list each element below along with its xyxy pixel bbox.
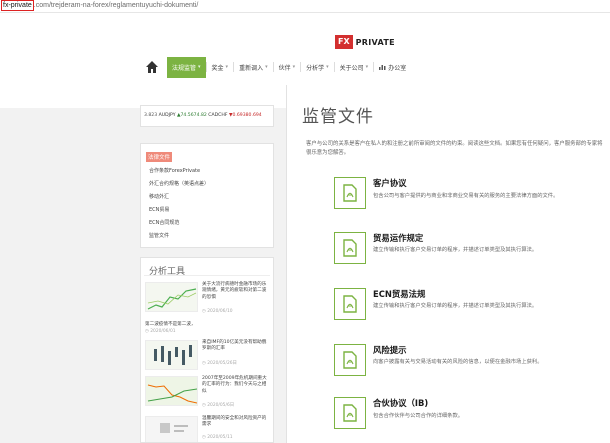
nav-item-partners[interactable]: 伙伴 ▾ (274, 57, 301, 78)
sidebar-item-mobile[interactable]: 移动外汇 (149, 191, 273, 204)
article-date: ◷ 2020/05/26日 (202, 361, 237, 366)
logo-name: PRIVATE (355, 37, 395, 47)
sidebar-item-ecn-trade[interactable]: ECN贸易 (149, 204, 273, 217)
chevron-down-icon: ▾ (265, 64, 268, 70)
ticker-pair: CADCHF (208, 113, 228, 118)
chevron-down-icon: ▾ (292, 64, 296, 70)
nav-label: 办公室 (388, 64, 407, 72)
document-thumbnail-icon (146, 417, 197, 442)
document-description: 包含合作伙伴与公司合作的详细条款。 (373, 413, 464, 419)
sidebar-item-contract-specs[interactable]: 外汇合约规格（英语点差） (149, 178, 273, 191)
logo-badge: FX (335, 35, 353, 49)
article-thumbnail[interactable] (145, 340, 198, 370)
nav-label: 奖金 (211, 64, 224, 72)
nav-label: 伙伴 (278, 64, 291, 72)
currency-ticker: 3.823 AUDJPY ▲74.5674.82 CADCHF ▼0.69380… (140, 105, 274, 127)
sidebar-item-regulatory-docs[interactable]: 监管文件 (149, 230, 273, 243)
ticker-lead: 3.823 (144, 113, 158, 118)
nav-item-bonus[interactable]: 奖金 ▾ (207, 57, 234, 78)
article-thumbnail[interactable] (145, 376, 198, 406)
line-chart-thumbnail-icon (147, 288, 197, 310)
article-date: ◷ 2020/05/11 (202, 435, 233, 440)
sidebar-menu: 法律文件 合作条款ForexPrivate 外汇合约规格（英语点差） 移动外汇 … (140, 143, 274, 248)
document-title[interactable]: 贸易运作规定 (373, 232, 423, 244)
article-title[interactable]: 2007年至2009年危机期间重大的汇率的行为：我们今天与之相似 (202, 376, 268, 395)
url-path: .com/trejderam-na-forex/reglamentuyuchi-… (33, 2, 199, 9)
pdf-icon[interactable] (334, 288, 366, 320)
nav-item-deposit[interactable]: 重新调入 ▾ (234, 57, 273, 78)
main-content: 监管文件 客户与公司的关系是客户在私人的和注册之前所审阅的文件的约束。阅读这些文… (286, 85, 610, 443)
pdf-icon[interactable] (334, 397, 366, 429)
document-title[interactable]: ECN贸易法规 (373, 288, 425, 300)
nav-item-about[interactable]: 关于公司 ▾ (335, 57, 374, 78)
article-title[interactable]: 第二波疫情不是第二波， (145, 322, 196, 328)
document-title[interactable]: 合伙协议（IB) (373, 397, 428, 409)
article-thumbnail[interactable] (145, 282, 198, 312)
url-host: fx-private (1, 0, 34, 11)
article-date: ◷ 2020/06/10 (202, 309, 233, 314)
nav-item-regulation[interactable]: 法规监管 ▾ (167, 56, 206, 78)
nav-label: 分析学 (306, 64, 325, 72)
article-title[interactable]: 来自IMF的10亿美元没有帮助俄罗斯的汇率 (202, 340, 268, 353)
home-icon[interactable] (145, 60, 159, 74)
page-title: 监管文件 (302, 107, 374, 127)
analysis-title: 分析工具 (144, 258, 270, 277)
document-description: 建立传输和执行客户交易订单的程序，并描述订单类型及其执行算法。 (373, 247, 538, 253)
article-title[interactable]: 关于大流行病德时金融市场的乐观情绪，黄元的疲软和对第二波的恐惧 (202, 282, 268, 301)
document-title[interactable]: 风险提示 (373, 344, 407, 356)
ticker-pair: AUDJPY (158, 113, 176, 118)
nav-label: 关于公司 (339, 64, 364, 72)
pdf-icon[interactable] (334, 344, 366, 376)
nav-label: 法规监管 (172, 64, 197, 72)
chevron-down-icon: ▾ (326, 64, 329, 70)
sidebar-menu-title: 法律文件 (146, 152, 173, 162)
ticker-value-down: ▼0.69380.694 (228, 113, 262, 118)
browser-address-bar[interactable]: fx-private .com/trejderam-na-forex/reglam… (0, 0, 610, 13)
pdf-icon[interactable] (334, 232, 366, 264)
analysis-tools-panel: 分析工具 关于大流行病德时金融市场的乐观情绪，黄元的疲软和对第二波的恐惧 ◷ 2… (140, 257, 274, 443)
article-date: ◷ 2020/05/6日 (202, 403, 235, 408)
chevron-down-icon: ▾ (365, 64, 369, 70)
nav-item-office[interactable]: 办公室 (374, 57, 411, 78)
ticker-value-up: ▲74.5674.82 (176, 113, 207, 118)
sidebar-item-ecn-specs[interactable]: ECN合同规范 (149, 217, 273, 230)
nav-label: 重新调入 (239, 64, 264, 72)
nav-item-analytics[interactable]: 分析学 ▾ (301, 57, 334, 78)
article-title[interactable]: 温馨期间的安全和对风险资产的需求 (202, 416, 268, 429)
chevron-down-icon: ▾ (198, 64, 201, 70)
article-thumbnail[interactable] (145, 416, 198, 442)
candlestick-thumbnail-icon (154, 345, 192, 365)
pdf-icon[interactable] (334, 177, 366, 209)
document-description: 建立传输和执行客户交易订单的程序，并描述订单类型及其执行算法。 (373, 303, 538, 309)
chevron-down-icon: ▾ (225, 64, 229, 70)
chart-icon (379, 65, 386, 70)
page-intro: 客户与公司的关系是客户在私人的和注册之前所审阅的文件的约束。阅读这些文档。如果您… (306, 141, 603, 156)
document-description: 包含公司与客户提供的与商业和非商业交易有关的服务的主要法律方面的文件。 (373, 193, 559, 199)
article-date: ◷ 2020/06/01 (145, 329, 176, 334)
market-chart-thumbnail-icon (146, 377, 197, 405)
main-nav: 法规监管 ▾ 奖金 ▾ 重新调入 ▾ 伙伴 ▾ 分析学 ▾ 关于公司 ▾ 办公室 (145, 54, 411, 80)
document-description: 向客户披露有关与交易活动有关的风险的信息，以便在金融市场上获利。 (373, 359, 543, 365)
site-logo[interactable]: FX PRIVATE (335, 35, 395, 49)
sidebar-item-terms[interactable]: 合作条款ForexPrivate (149, 165, 273, 178)
document-title[interactable]: 客户协议 (373, 177, 407, 189)
